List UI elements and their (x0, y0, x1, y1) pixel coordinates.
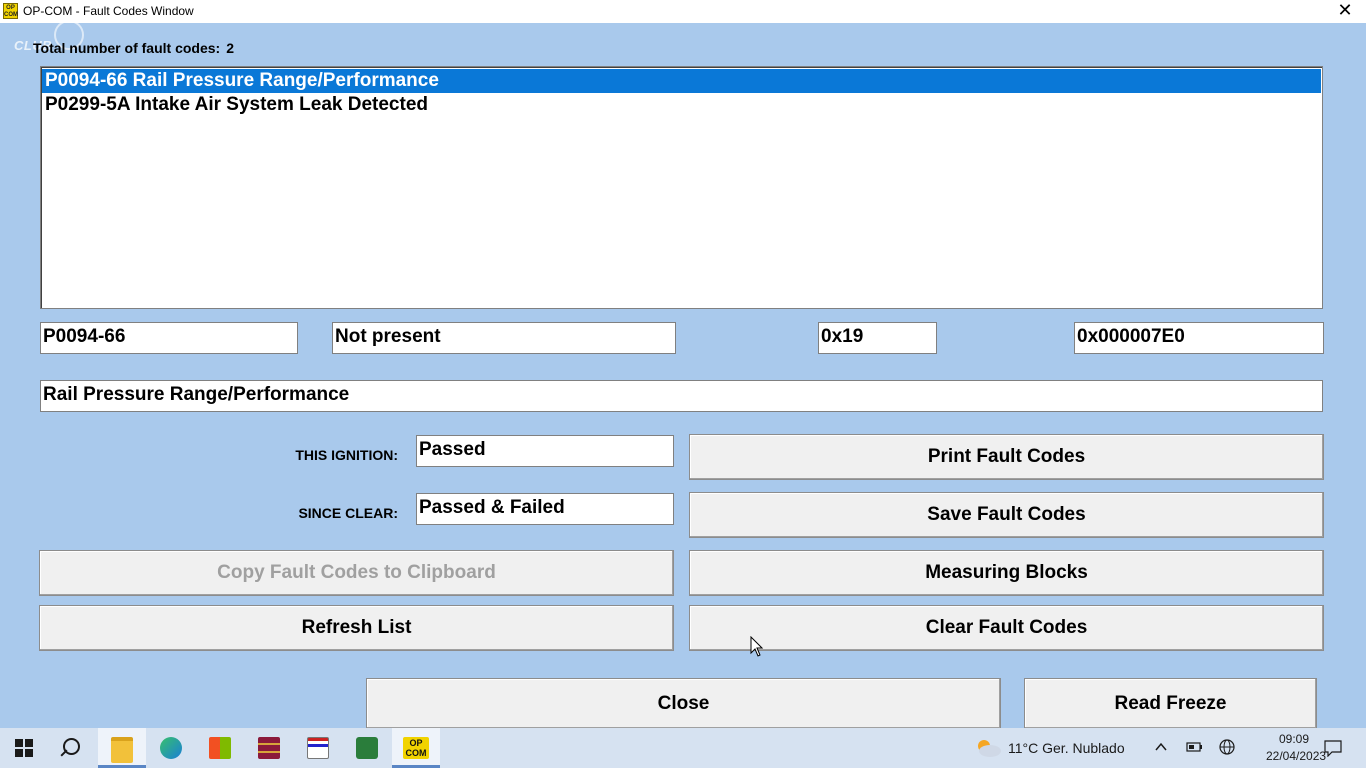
arduino-icon (356, 737, 378, 759)
save-fault-codes-button[interactable]: Save Fault Codes (689, 492, 1324, 538)
fault-count-label: Total number of fault codes: (33, 40, 221, 56)
opcom-app-icon: OP COM (3, 3, 18, 19)
clear-fault-codes-button[interactable]: Clear Fault Codes (689, 605, 1324, 651)
fault-code-field: P0094-66 (40, 322, 298, 354)
windows-taskbar: OP COM 11°C Ger. Nublado (0, 728, 1366, 768)
taskbar-edge[interactable] (147, 728, 195, 768)
clock-time: 09:09 (1278, 732, 1310, 746)
taskbar-arduino[interactable] (343, 728, 391, 768)
fault-code-list[interactable]: P0094-66 Rail Pressure Range/Performance… (40, 66, 1323, 309)
opcom-icon: OP COM (403, 737, 429, 759)
search-icon (63, 738, 80, 755)
file-explorer-icon (111, 737, 133, 763)
since-clear-label: SINCE CLEAR: (298, 505, 398, 521)
taskbar-search-button[interactable] (48, 728, 96, 768)
chevron-up-icon[interactable] (1154, 741, 1168, 753)
status-byte-field: 0x19 (818, 322, 937, 354)
this-ignition-field: Passed (416, 435, 674, 467)
fault-status-field: Not present (332, 322, 676, 354)
window-title: OP-COM - Fault Codes Window (23, 4, 194, 18)
taskbar-file-explorer[interactable] (98, 728, 146, 768)
since-clear-field: Passed & Failed (416, 493, 674, 525)
copy-to-clipboard-button[interactable]: Copy Fault Codes to Clipboard (39, 550, 674, 596)
address-field: 0x000007E0 (1074, 322, 1324, 354)
window-close-icon[interactable]: ✕ (1330, 0, 1360, 23)
notification-icon[interactable] (1324, 739, 1342, 757)
weather-cloud-icon (978, 740, 1001, 757)
taskbar-opcom[interactable]: OP COM (392, 728, 440, 768)
fault-count-summary: Total number of fault codes: 2 (33, 40, 234, 56)
battery-icon[interactable] (1186, 740, 1204, 754)
fault-description-field: Rail Pressure Range/Performance (40, 380, 1323, 412)
taskbar-store[interactable] (196, 728, 244, 768)
close-button[interactable]: Close (366, 678, 1001, 728)
mouse-cursor-icon (750, 636, 764, 657)
taskbar-winrar[interactable] (245, 728, 293, 768)
clock-date: 22/04/2023 (1266, 749, 1327, 763)
globe-network-icon[interactable] (1218, 738, 1236, 756)
weather-text[interactable]: 11°C Ger. Nublado (1008, 740, 1125, 756)
print-fault-codes-button[interactable]: Print Fault Codes (689, 434, 1324, 480)
window-titlebar: OP COM OP-COM - Fault Codes Window ✕ (0, 0, 1366, 23)
edge-browser-icon (160, 737, 182, 759)
store-icon (209, 737, 231, 759)
winrar-icon (258, 737, 280, 759)
app-icon (307, 737, 329, 759)
taskbar-app[interactable] (294, 728, 342, 768)
windows-start-icon (15, 739, 33, 757)
this-ignition-label: THIS IGNITION: (295, 447, 398, 463)
start-button[interactable] (0, 728, 48, 768)
taskbar-clock[interactable]: 09:09 22/04/2023 (1266, 731, 1327, 765)
fault-list-item-selected[interactable]: P0094-66 Rail Pressure Range/Performance (42, 69, 1321, 93)
refresh-list-button[interactable]: Refresh List (39, 605, 674, 651)
measuring-blocks-button[interactable]: Measuring Blocks (689, 550, 1324, 596)
fault-list-item[interactable]: P0299-5A Intake Air System Leak Detected (42, 93, 1321, 117)
fault-count-value: 2 (226, 40, 234, 56)
read-freeze-button[interactable]: Read Freeze (1024, 678, 1317, 728)
